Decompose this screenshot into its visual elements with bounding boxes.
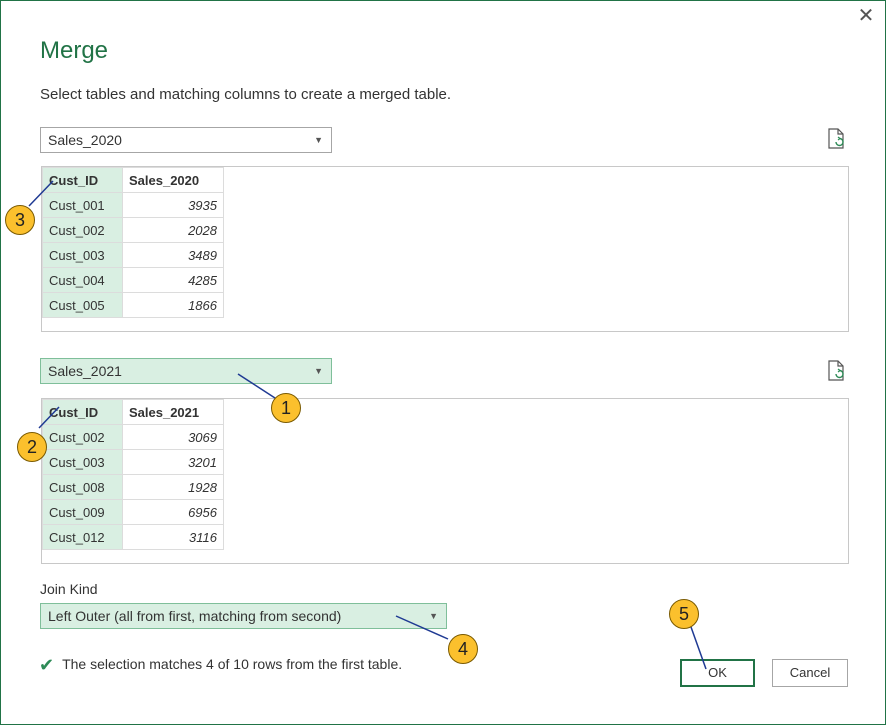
callout-5: 5 bbox=[669, 599, 699, 629]
callout-3: 3 bbox=[5, 205, 35, 235]
callout-4: 4 bbox=[448, 634, 478, 664]
callout-leader-lines bbox=[28, 180, 707, 670]
callout-1: 1 bbox=[271, 393, 301, 423]
callout-2: 2 bbox=[17, 432, 47, 462]
merge-dialog: ✕ Merge Select tables and matching colum… bbox=[0, 0, 886, 725]
